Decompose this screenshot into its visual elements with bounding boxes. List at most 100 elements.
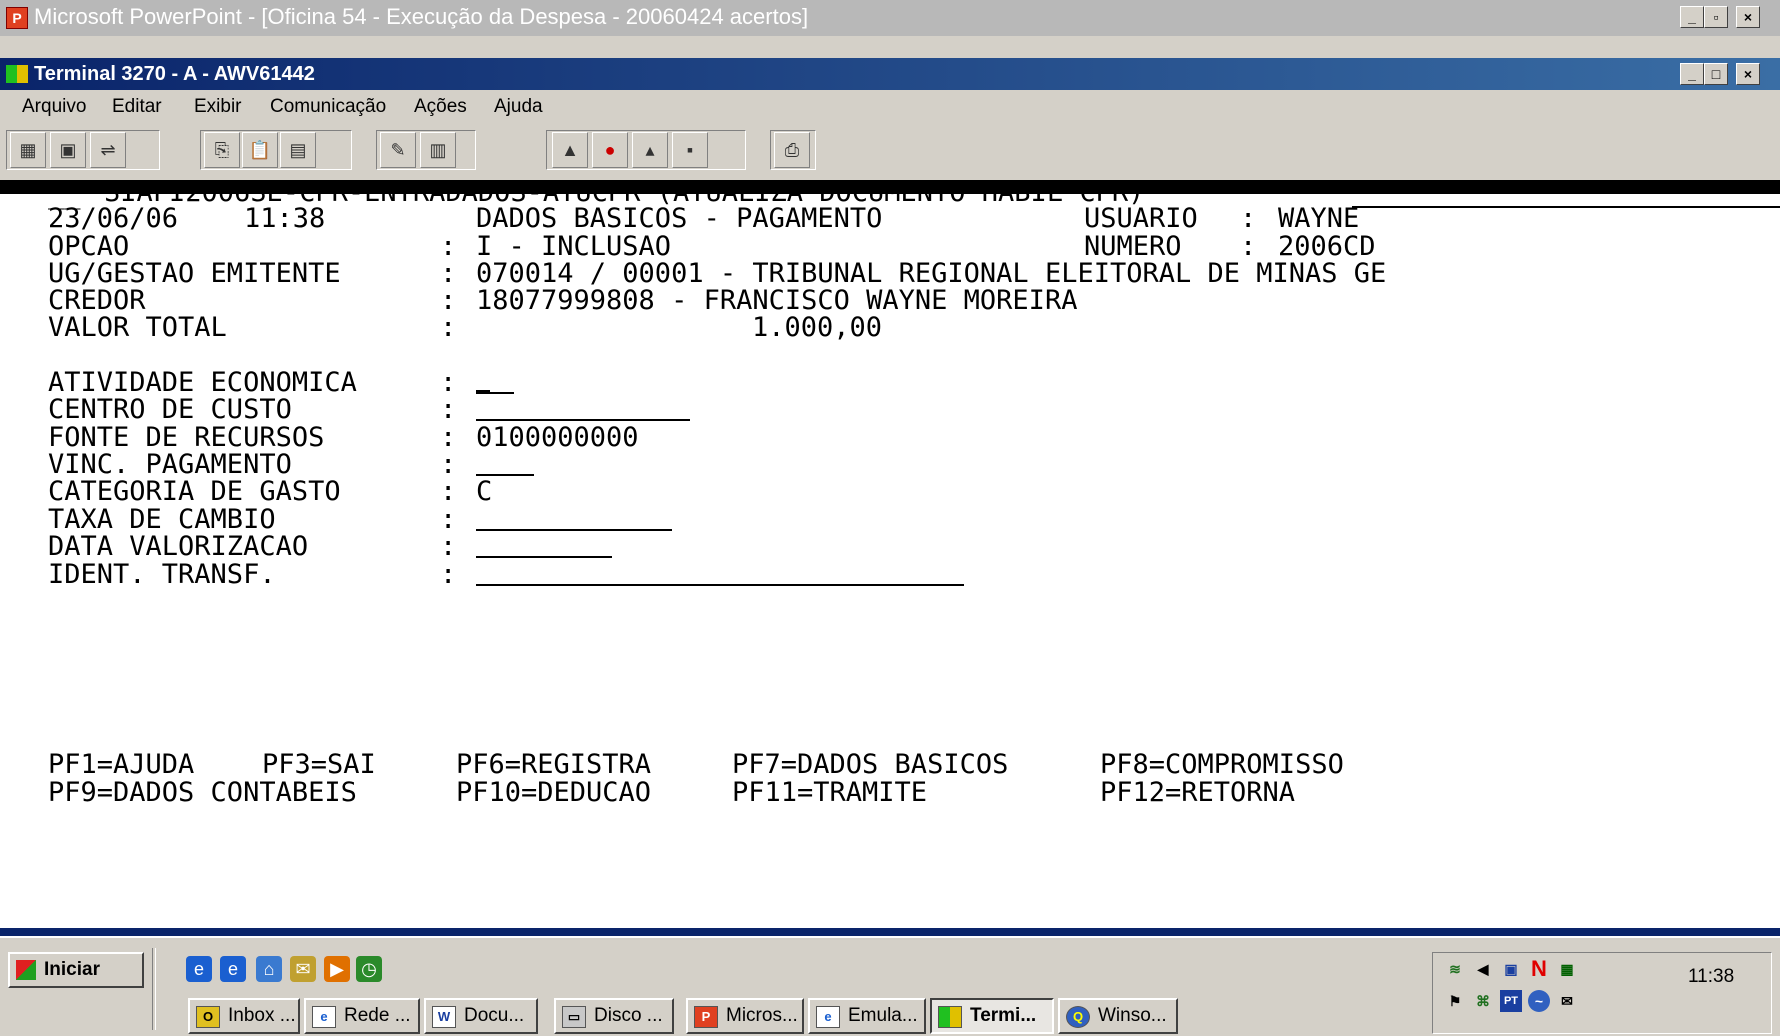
internet-explorer-icon[interactable]: e bbox=[186, 956, 212, 982]
play-icon[interactable]: ▴ bbox=[632, 132, 668, 168]
monitor-icon[interactable]: ▦ bbox=[1556, 958, 1578, 980]
pf-key-retorna: PF12=RETORNA bbox=[1100, 777, 1296, 808]
computer-icon[interactable]: ▣ bbox=[1500, 958, 1522, 980]
task-label: Inbox ... bbox=[228, 1005, 296, 1026]
menu-exibir[interactable]: Exibir bbox=[194, 96, 242, 118]
usuario-label: USUARIO bbox=[1084, 203, 1198, 234]
tray-network-icon[interactable]: ⌘ bbox=[1472, 990, 1494, 1012]
keypad-icon[interactable]: ▥ bbox=[420, 132, 456, 168]
clock-app-icon[interactable]: ◷ bbox=[356, 956, 382, 982]
task-disco[interactable]: ▭ Disco ... bbox=[554, 998, 674, 1034]
task-label: Micros... bbox=[726, 1005, 798, 1026]
menu-ajuda[interactable]: Ajuda bbox=[494, 96, 543, 118]
mail-icon[interactable]: ✉ bbox=[1556, 990, 1578, 1012]
task-label: Rede ... bbox=[344, 1005, 411, 1026]
field-label-centro-custo: CENTRO DE CUSTO bbox=[48, 394, 292, 425]
screen-time: 11:38 bbox=[244, 203, 326, 234]
field-categoria-gasto-value[interactable]: C bbox=[476, 477, 492, 507]
record-icon[interactable]: ● bbox=[592, 132, 628, 168]
powerpoint-minimize-button[interactable]: _ bbox=[1680, 6, 1704, 28]
terminal-title-bar: Terminal 3270 - A - AWV61442 _ □ × bbox=[0, 58, 1780, 90]
screen-icon[interactable]: ▦ bbox=[10, 132, 46, 168]
task-label: Emula... bbox=[848, 1005, 918, 1026]
session-icon[interactable]: ▣ bbox=[50, 132, 86, 168]
usuario-value: WAYNE bbox=[1278, 203, 1360, 234]
task-rede[interactable]: e Rede ... bbox=[304, 998, 420, 1034]
word-icon: W bbox=[432, 1006, 456, 1028]
start-button[interactable]: Iniciar bbox=[8, 952, 144, 988]
clipboard-icon[interactable]: ▤ bbox=[280, 132, 316, 168]
tray-wave-icon[interactable]: ~ bbox=[1528, 990, 1550, 1012]
task-microsoft-powerpoint[interactable]: P Micros... bbox=[686, 998, 804, 1034]
menu-arquivo[interactable]: Arquivo bbox=[22, 96, 86, 118]
transfer-icon[interactable]: ⇌ bbox=[90, 132, 126, 168]
menu-editar[interactable]: Editar bbox=[112, 96, 162, 118]
task-inbox[interactable]: O Inbox ... bbox=[188, 998, 300, 1034]
terminal-screen[interactable]: __ SIAFI2006SE-CPR-ENTRADADOS-ATUCPR (AT… bbox=[0, 194, 1780, 936]
powerpoint-menu-strip bbox=[0, 36, 1780, 58]
show-desktop-icon[interactable]: ⌂ bbox=[256, 956, 282, 982]
volume-icon[interactable]: ◀ bbox=[1472, 958, 1494, 980]
internet-explorer-icon[interactable]: e bbox=[220, 956, 246, 982]
print-icon[interactable]: ⎙ bbox=[774, 132, 810, 168]
terminal-app-icon[interactable] bbox=[6, 65, 28, 83]
powerpoint-window-title: Microsoft PowerPoint - [Oficina 54 - Exe… bbox=[34, 4, 809, 29]
field-data-valorizacao-input[interactable] bbox=[476, 556, 612, 558]
task-terminal[interactable]: Termi... bbox=[930, 998, 1054, 1034]
task-label: Docu... bbox=[464, 1005, 525, 1026]
field-ident-transf-input[interactable] bbox=[476, 584, 964, 586]
header-underline bbox=[1352, 206, 1780, 208]
taskbar: Iniciar e e ⌂ ✉ ▶ ◷ O Inbox ... e Rede .… bbox=[0, 936, 1780, 1036]
menu-acoes[interactable]: Ações bbox=[414, 96, 467, 118]
terminal-minimize-button[interactable]: _ bbox=[1680, 63, 1704, 85]
norton-icon[interactable]: N bbox=[1528, 958, 1550, 980]
valor-total-colon: : bbox=[440, 312, 457, 343]
field-taxa-cambio-input[interactable] bbox=[476, 529, 672, 531]
outlook-icon[interactable]: ✉ bbox=[290, 956, 316, 982]
valor-total-value: 1.000,00 bbox=[752, 312, 883, 343]
pf-key-dados-contabeis: PF9=DADOS CONTABEIS bbox=[48, 777, 357, 808]
field-centro-custo-input[interactable] bbox=[476, 419, 690, 421]
language-icon[interactable]: PT bbox=[1500, 990, 1522, 1012]
field-atividade-input[interactable] bbox=[476, 392, 514, 394]
tray-flag-icon[interactable]: ⚑ bbox=[1444, 990, 1466, 1012]
pf-key-ajuda: PF1=AJUDA bbox=[48, 749, 195, 780]
task-documento[interactable]: W Docu... bbox=[424, 998, 538, 1034]
send-icon[interactable]: ▲ bbox=[552, 132, 588, 168]
macro-icon[interactable]: ✎ bbox=[380, 132, 416, 168]
field-fonte-recursos-value[interactable]: 0100000000 bbox=[476, 423, 639, 453]
task-emulador[interactable]: e Emula... bbox=[808, 998, 926, 1034]
terminal-window-title: Terminal 3270 - A - AWV61442 bbox=[34, 63, 315, 85]
powerpoint-restore-button[interactable]: ▫ bbox=[1704, 6, 1728, 28]
powerpoint-title-bar: P Microsoft PowerPoint - [Oficina 54 - E… bbox=[0, 0, 1780, 36]
copy-icon[interactable]: ⎘ bbox=[204, 132, 240, 168]
internet-explorer-icon: e bbox=[816, 1006, 840, 1028]
stop-icon[interactable]: ▪ bbox=[672, 132, 708, 168]
powerpoint-icon: P bbox=[694, 1006, 718, 1028]
pf-key-tramite: PF11=TRAMITE bbox=[732, 777, 928, 808]
paste-icon[interactable]: 📋 bbox=[242, 132, 278, 168]
field-colon: : bbox=[440, 531, 457, 562]
windows-logo-icon bbox=[16, 960, 36, 980]
media-player-icon[interactable]: ▶ bbox=[324, 956, 350, 982]
terminal-close-button[interactable]: × bbox=[1736, 63, 1760, 85]
field-colon: : bbox=[440, 559, 457, 590]
taskbar-separator bbox=[152, 948, 156, 1030]
tray-clock[interactable]: 11:38 bbox=[1688, 966, 1734, 988]
powerpoint-close-button[interactable]: × bbox=[1736, 6, 1760, 28]
screen-date: 23/06/06 bbox=[48, 203, 179, 234]
powerpoint-app-icon[interactable]: P bbox=[6, 7, 28, 29]
outlook-icon: O bbox=[196, 1006, 220, 1028]
start-button-label: Iniciar bbox=[44, 959, 100, 980]
terminal-maximize-button[interactable]: □ bbox=[1704, 63, 1728, 85]
task-label: Disco ... bbox=[594, 1005, 663, 1026]
pf-key-registra: PF6=REGISTRA bbox=[456, 749, 652, 780]
menu-comunicacao[interactable]: Comunicação bbox=[270, 96, 386, 118]
task-winsock[interactable]: Q Winso... bbox=[1058, 998, 1178, 1034]
pf-key-sai: PF3=SAI bbox=[262, 749, 376, 780]
terminal-icon bbox=[938, 1006, 962, 1028]
internet-explorer-icon: e bbox=[312, 1006, 336, 1028]
network-icon[interactable]: ≋ bbox=[1444, 958, 1466, 980]
disk-icon: ▭ bbox=[562, 1006, 586, 1028]
field-label-data-valorizacao: DATA VALORIZACAO bbox=[48, 531, 309, 562]
